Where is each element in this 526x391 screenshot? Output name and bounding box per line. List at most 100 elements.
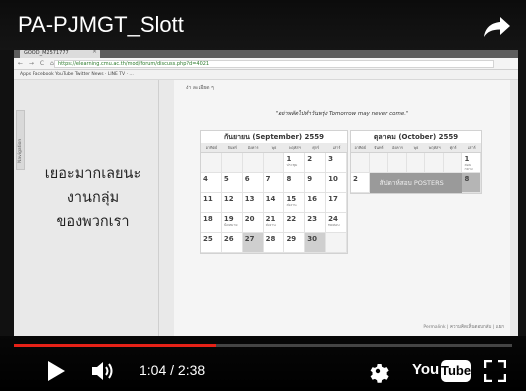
calendar-day[interactable]: 7 (263, 173, 285, 193)
weekday: เสาร์ (332, 145, 341, 150)
divider (158, 80, 159, 336)
calendar-day[interactable]: 1 ประชุม (284, 153, 306, 173)
share-icon[interactable] (482, 14, 512, 38)
weekday: ศุกร์ (449, 145, 457, 150)
weekday: พุธ (413, 145, 419, 150)
calendar-day (263, 153, 285, 173)
calendar-day (369, 153, 389, 173)
weekday: จันทร์ (227, 145, 237, 150)
weekday: พฤหัสฯ (288, 145, 301, 150)
calendar-day[interactable]: 3 (326, 153, 348, 173)
calendar-day[interactable]: 10 (326, 173, 348, 193)
calendar-title: กันยายน (September) 2559 (223, 133, 325, 141)
caption-line: งานกลุ่ม (66, 190, 120, 206)
caption-line: ของพวกเรา (56, 214, 130, 230)
browser-url: https://elearning.cmu.ac.th/mod/forum/di… (54, 60, 494, 68)
calendar-day[interactable]: 13 (242, 193, 264, 213)
weekday: อาทิตย์ (354, 145, 367, 150)
navigation-tab: Navigation (16, 110, 25, 170)
calendar-event[interactable]: สอบกลางภาค (464, 163, 478, 172)
title-bar: PA-PJMGT_Slott (0, 0, 526, 50)
calendar-day[interactable]: 22 (284, 213, 306, 233)
weekday: เสาร์ (467, 145, 476, 150)
calendar-day[interactable]: 2 (351, 173, 370, 193)
calendar-day[interactable]: 30 (305, 233, 327, 253)
calendar-title: ตุลาคม (October) 2559 (373, 133, 459, 141)
browser-bookmarks-bar: Apps Facebook YouTube Twitter News · LIN… (14, 70, 518, 80)
calendar-day[interactable]: 24 ทดสอบ (326, 213, 348, 233)
calendar-day[interactable]: 25 (201, 233, 222, 253)
browser-address-bar: ← → C ⌂ https://elearning.cmu.ac.th/mod/… (14, 58, 518, 70)
calendar-day (388, 153, 407, 173)
calendar-day[interactable]: 27 (242, 233, 264, 253)
calendar-week: 11 12 13 14 15 ส่งงาน 16 17 (201, 193, 348, 213)
calendar-september: กันยายน (September) 2559 อาทิตย์ จันทร์ … (200, 130, 348, 254)
calendar-day[interactable]: 28 (263, 233, 285, 253)
weekday: พฤหัสฯ (428, 145, 441, 150)
calendar-day[interactable]: 5 (221, 173, 243, 193)
calendar-event[interactable]: ส่งงาน (286, 203, 302, 207)
fullscreen-icon[interactable] (484, 360, 506, 382)
calendar-day[interactable]: 4 (201, 173, 222, 193)
progress-fill (14, 344, 216, 347)
youtube-logo-tube: Tube (441, 360, 471, 382)
weekday: อังคาร (392, 145, 403, 150)
calendar-day (406, 153, 426, 173)
calendar-day[interactable]: 18 (201, 213, 222, 233)
calendar-body: 1 ประชุม 2 3 4 5 6 7 8 9 10 11 12 13 14 15 ส่งงาน 16 17 18 1… (201, 153, 348, 253)
calendar-day (425, 153, 444, 173)
calendar-october: ตุลาคม (October) 2559 อาทิตย์ จันทร์ อัง… (350, 130, 482, 194)
video-title[interactable]: PA-PJMGT_Slott (18, 12, 184, 38)
calendar-day[interactable]: 14 (263, 193, 285, 213)
calendar-event[interactable]: ประชุม (286, 163, 302, 167)
calendar-day (443, 153, 463, 173)
calendar-day[interactable]: 8 (462, 173, 482, 193)
calendar-day[interactable]: 16 (305, 193, 327, 213)
play-icon[interactable] (46, 360, 66, 382)
weekday: ศุกร์ (312, 145, 320, 150)
weekday: อังคาร (247, 145, 259, 150)
calendar-day[interactable]: 15 ส่งงาน (284, 193, 306, 213)
calendar-day[interactable]: 12 (221, 193, 243, 213)
post-quote: "อย่าพลัดไปทำวันพรุ่ง Tomorrow may never… (275, 111, 409, 117)
gear-icon[interactable] (366, 359, 390, 383)
calendar-event[interactable]: ทดสอบ (328, 223, 344, 227)
caption-line: เยอะมากเลยนะ (44, 166, 142, 182)
calendar-day (326, 233, 348, 253)
time-display: 1:04 / 2:38 (139, 362, 206, 378)
calendar-day[interactable]: 23 (305, 213, 327, 233)
calendar-day[interactable]: 21 ส่งงาน (263, 213, 285, 233)
calendar-event[interactable]: ส่งงาน (266, 223, 282, 227)
calendar-day[interactable]: 1 สอบกลางภาค (462, 153, 482, 173)
video-player[interactable]: PA-PJMGT_Slott GOOD_M2571777 × ← → C ⌂ h… (0, 0, 526, 391)
calendar-day[interactable]: 9 (305, 173, 327, 193)
calendar-week: 18 19 นัดหมาย 20 21 ส่งงาน 22 23 24 ทดสอบ (201, 213, 348, 233)
forum-post: ง่า ละเอียด ๆ "อย่าพลัดไปทำวันพรุ่ง Tomo… (174, 80, 510, 336)
calendar-day (242, 153, 264, 173)
weekday: จันทร์ (374, 145, 384, 150)
progress-bar[interactable] (14, 344, 512, 347)
volume-icon[interactable] (90, 360, 116, 382)
calendar-week: 25 26 27 28 29 30 (201, 233, 348, 253)
youtube-logo-you: You (412, 361, 440, 378)
weekday: อาทิตย์ (205, 145, 218, 150)
calendar-day[interactable]: 26 (221, 233, 243, 253)
calendar-week: 1 ประชุม 2 3 (201, 153, 348, 173)
post-footer-links[interactable]: Permalink | ความคิดเห็นตอบกลับ | แยก (423, 323, 504, 330)
browser-tab-title: GOOD_M2571777 (24, 50, 69, 56)
navigation-tab-label: Navigation (18, 138, 23, 163)
calendar-day (221, 153, 243, 173)
video-frame[interactable]: GOOD_M2571777 × ← → C ⌂ https://elearnin… (14, 46, 518, 336)
calendar-day[interactable]: 2 (305, 153, 327, 173)
calendar-day (351, 153, 370, 173)
calendar-day[interactable]: 17 (326, 193, 348, 213)
calendar-day[interactable]: 29 (284, 233, 306, 253)
youtube-logo[interactable]: You Tube (412, 360, 471, 382)
calendar-day[interactable]: 19 นัดหมาย (221, 213, 243, 233)
calendar-day[interactable]: 6 (242, 173, 264, 193)
calendar-weekdays: อาทิตย์ จันทร์ อังคาร พุธ พฤหัสฯ ศุกร์ เ… (351, 143, 481, 153)
calendar-event[interactable]: นัดหมาย (224, 223, 240, 227)
calendar-day[interactable]: 11 (201, 193, 222, 213)
calendar-day[interactable]: 20 (242, 213, 264, 233)
calendar-day[interactable]: 8 (284, 173, 306, 193)
